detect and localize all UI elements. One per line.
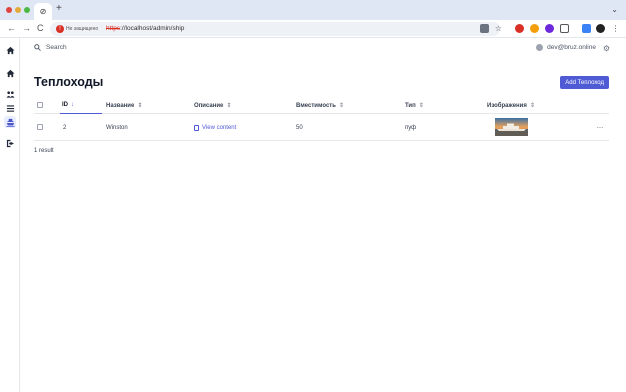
page-title: Теплоходы <box>34 75 104 89</box>
document-icon <box>194 125 199 131</box>
ship-icon[interactable] <box>4 116 16 128</box>
cell-type: пуф <box>405 125 417 131</box>
column-header-images-label: Изображения <box>487 103 527 109</box>
settings-gear-icon[interactable]: ⚙ <box>603 44 610 53</box>
column-header-name[interactable]: Название ⇕ <box>106 102 142 109</box>
column-header-capacity-label: Вместимость <box>296 103 336 109</box>
browser-tab[interactable]: ⊘ <box>34 3 52 20</box>
address-bar[interactable]: ! Не защищено https://localhost/admin/sh… <box>50 22 500 36</box>
profile-avatar-icon[interactable] <box>596 24 605 33</box>
sidebar <box>0 38 20 392</box>
sort-desc-icon: ↓ <box>71 102 74 108</box>
cell-capacity: 50 <box>296 125 303 131</box>
maximize-window-icon[interactable] <box>24 7 30 13</box>
url-path: ://localhost/admin/ship <box>120 25 185 32</box>
extension-orange-icon[interactable] <box>530 24 539 33</box>
opera-extension-icon[interactable] <box>515 24 524 33</box>
reload-button[interactable]: C <box>37 23 44 33</box>
user-email: dev@bruz.online <box>547 44 596 51</box>
tab-search-icon[interactable]: ⌄ <box>611 5 618 14</box>
url-text[interactable]: https://localhost/admin/ship <box>106 24 184 34</box>
security-warning[interactable]: Не защищено <box>66 25 98 33</box>
app-topbar: Search dev@bruz.online ⚙ <box>21 38 626 60</box>
back-button[interactable]: ← <box>7 23 16 33</box>
dashboard-home-icon[interactable] <box>4 67 16 79</box>
view-content-label: View content <box>202 125 237 131</box>
column-header-capacity[interactable]: Вместимость ⇕ <box>296 102 344 109</box>
sort-icon: ⇕ <box>418 103 424 109</box>
translate-icon[interactable] <box>480 24 489 33</box>
sort-icon: ⇕ <box>137 103 143 109</box>
column-header-type-label: Тип <box>405 103 416 109</box>
column-header-name-label: Название <box>106 103 135 109</box>
browser-tabbar: ⊘ + ⌄ <box>0 0 626 20</box>
column-header-id[interactable]: ID ↓ <box>62 102 74 108</box>
sort-icon: ⇕ <box>529 103 535 109</box>
cell-id: 2 <box>63 125 67 131</box>
download-icon[interactable] <box>582 24 591 33</box>
browser-menu-icon[interactable]: ⋮ <box>611 24 620 33</box>
extensions-puzzle-icon[interactable] <box>560 24 569 33</box>
view-content-link[interactable]: View content <box>194 125 236 131</box>
extension-purple-icon[interactable] <box>545 24 554 33</box>
table-header: ID ↓ Название ⇕ Описание ⇕ Вместимость ⇕ Тип… <box>34 98 609 114</box>
browser-toolbar: ← → C ! Не защищено https://localhost/ad… <box>0 20 626 38</box>
users-icon[interactable] <box>4 88 16 100</box>
column-header-description-label: Описание <box>194 103 224 109</box>
select-all-checkbox[interactable] <box>37 102 43 108</box>
new-tab-button[interactable]: + <box>56 3 62 14</box>
sort-icon: ⇕ <box>338 103 344 109</box>
ship-image-thumbnail[interactable] <box>495 118 528 136</box>
column-header-images[interactable]: Изображения ⇕ <box>487 102 535 109</box>
user-avatar-icon <box>536 44 544 51</box>
minimize-window-icon[interactable] <box>15 7 21 13</box>
close-window-icon[interactable] <box>6 7 12 13</box>
forward-button[interactable]: → <box>22 23 31 33</box>
column-header-id-label: ID <box>62 102 68 108</box>
sort-icon: ⇕ <box>226 103 232 109</box>
column-header-type[interactable]: Тип ⇕ <box>405 102 424 109</box>
home-icon[interactable] <box>4 44 16 56</box>
table-row[interactable]: 2 Winston View content 50 пуф ··· <box>34 114 609 141</box>
not-secure-icon[interactable]: ! <box>56 25 64 33</box>
ships-table: ID ↓ Название ⇕ Описание ⇕ Вместимость ⇕ Тип… <box>34 98 609 141</box>
row-actions-menu[interactable]: ··· <box>597 123 604 132</box>
list-icon[interactable] <box>4 102 16 114</box>
row-checkbox[interactable] <box>37 124 43 130</box>
cell-name: Winston <box>106 125 128 131</box>
tab-favicon-icon: ⊘ <box>39 7 47 16</box>
add-ship-button[interactable]: Add Теплоход <box>560 76 609 89</box>
search-icon <box>34 44 41 51</box>
url-scheme: https <box>106 25 121 32</box>
column-header-description[interactable]: Описание ⇕ <box>194 102 231 109</box>
user-menu[interactable]: dev@bruz.online <box>536 44 596 51</box>
logout-icon[interactable] <box>4 137 16 149</box>
search-input[interactable]: Search <box>34 44 67 51</box>
bookmark-star-icon[interactable]: ☆ <box>494 24 503 33</box>
result-count: 1 result <box>34 148 54 154</box>
search-label: Search <box>46 44 67 51</box>
